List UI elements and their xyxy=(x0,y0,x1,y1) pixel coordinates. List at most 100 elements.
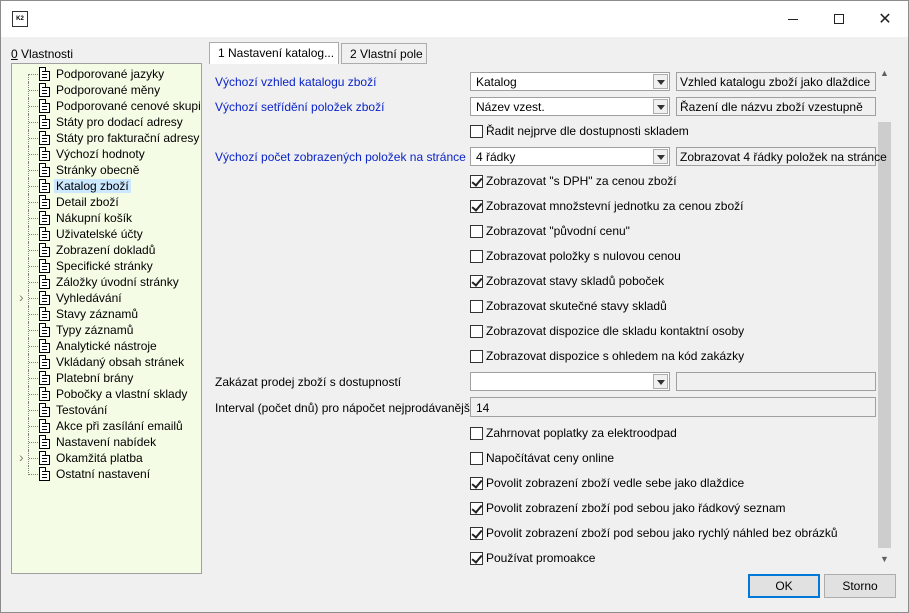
tree-line xyxy=(29,298,38,299)
scroll-thumb[interactable] xyxy=(878,122,891,548)
tree-item-label: Podporované jazyky xyxy=(56,67,165,81)
document-icon xyxy=(39,131,50,145)
tree-item[interactable]: Platební brány xyxy=(12,370,201,386)
tree-item[interactable]: Výchozí hodnoty xyxy=(12,146,201,162)
tree-item-label: Nastavení nabídek xyxy=(56,435,157,449)
tree-line xyxy=(29,234,38,235)
tree-line xyxy=(29,138,38,139)
tree-item-label: Typy záznamů xyxy=(56,323,134,337)
tree-item[interactable]: Typy záznamů xyxy=(12,322,201,338)
checkbox-box[interactable] xyxy=(470,275,483,288)
checkbox-box[interactable] xyxy=(470,502,483,515)
tree-item[interactable]: Státy pro dodací adresy xyxy=(12,114,201,130)
default-count-select[interactable]: 4 řádky xyxy=(470,147,670,166)
tree-item-label: Státy pro fakturační adresy xyxy=(56,131,200,145)
tree-item[interactable]: Pobočky a vlastní sklady xyxy=(12,386,201,402)
minimize-button[interactable] xyxy=(770,1,816,37)
chevron-right-icon[interactable]: › xyxy=(19,289,24,305)
checkbox-box[interactable] xyxy=(470,477,483,490)
chevron-down-icon[interactable] xyxy=(653,74,668,89)
document-icon xyxy=(39,115,50,129)
tree-item[interactable]: Detail zboží xyxy=(12,194,201,210)
properties-tree[interactable]: Podporované jazyky Podporované měny Podpor… xyxy=(11,63,202,574)
checkbox-box[interactable] xyxy=(470,427,483,440)
tree-line xyxy=(29,106,38,107)
tree-item-label: Vkládaný obsah stránek xyxy=(56,355,185,369)
default-count-label: Výchozí počet zobrazených položek na str… xyxy=(215,150,466,164)
tree-item[interactable]: › Vyhledávání xyxy=(12,289,201,306)
vertical-scrollbar[interactable]: ▲ ▼ xyxy=(876,66,893,568)
tree-line xyxy=(29,346,38,347)
document-icon xyxy=(39,147,50,161)
scroll-down-icon[interactable]: ▼ xyxy=(876,552,893,566)
checkbox-label: Zobrazovat skutečné stavy skladů xyxy=(486,299,667,313)
tree-item[interactable]: Státy pro fakturační adresy xyxy=(12,130,201,146)
tree-line xyxy=(29,186,38,187)
document-icon xyxy=(39,467,50,481)
checkbox-box[interactable] xyxy=(470,175,483,188)
checkbox-label: Napočítávat ceny online xyxy=(486,451,615,465)
tree-item[interactable]: Vkládaný obsah stránek xyxy=(12,354,201,370)
default-sort-value: Název vzest. xyxy=(476,100,545,114)
interval-input[interactable]: 14 xyxy=(470,397,876,417)
default-view-select[interactable]: Katalog xyxy=(470,72,670,91)
checkbox-label: Zobrazovat položky s nulovou cenou xyxy=(486,249,681,263)
tree-item[interactable]: Podporované měny xyxy=(12,82,201,98)
checkbox-box[interactable] xyxy=(470,325,483,338)
default-view-description-text: Vzhled katalogu zboží jako dlaždice xyxy=(680,75,871,89)
tree-line xyxy=(29,362,38,363)
tree-item[interactable]: Stavy záznamů xyxy=(12,306,201,322)
tree-item-label: Ostatní nastavení xyxy=(56,467,151,481)
chevron-down-icon[interactable] xyxy=(653,99,668,114)
checkbox-box[interactable] xyxy=(470,125,483,138)
tab-catalog-settings[interactable]: 1 Nastavení katalog... xyxy=(209,42,339,65)
tree-line xyxy=(29,122,38,123)
default-view-description: Vzhled katalogu zboží jako dlaždice xyxy=(676,72,876,91)
checkbox-box[interactable] xyxy=(470,225,483,238)
tree-item[interactable]: Uživatelské účty xyxy=(12,226,201,242)
checkbox-box[interactable] xyxy=(470,350,483,363)
scroll-up-icon[interactable]: ▲ xyxy=(876,66,893,80)
tree-item[interactable]: Ostatní nastavení xyxy=(12,466,201,482)
checkbox-box[interactable] xyxy=(470,200,483,213)
document-icon xyxy=(39,419,50,433)
ok-button[interactable]: OK xyxy=(748,574,820,598)
chevron-down-icon[interactable] xyxy=(653,374,668,389)
document-icon xyxy=(39,275,50,289)
tree-item[interactable]: Testování xyxy=(12,402,201,418)
checkbox-box[interactable] xyxy=(470,452,483,465)
tree-item[interactable]: Specifické stránky xyxy=(12,258,201,274)
checkbox-box[interactable] xyxy=(470,527,483,540)
default-sort-select[interactable]: Název vzest. xyxy=(470,97,670,116)
tree-line xyxy=(29,74,38,75)
cancel-button[interactable]: Storno xyxy=(824,574,896,598)
tab-custom-fields[interactable]: 2 Vlastní pole xyxy=(341,43,427,64)
tree-item[interactable]: Nastavení nabídek xyxy=(12,434,201,450)
chevron-down-icon[interactable] xyxy=(653,149,668,164)
title-bar[interactable]: K2 ✕ xyxy=(1,1,908,37)
tree-item[interactable]: Analytické nástroje xyxy=(12,338,201,354)
document-icon xyxy=(39,451,50,465)
tree-item-label: Nákupní košík xyxy=(56,211,133,225)
tree-item[interactable]: Zobrazení dokladů xyxy=(12,242,201,258)
disable-sale-select[interactable] xyxy=(470,372,670,391)
tree-item[interactable]: Podporované cenové skupiny xyxy=(12,98,201,114)
tree-item-label: Vyhledávání xyxy=(56,291,122,305)
close-button[interactable]: ✕ xyxy=(862,1,908,37)
tree-item[interactable]: Katalog zboží xyxy=(12,178,201,194)
tree-line xyxy=(29,442,38,443)
tree-item[interactable]: Stránky obecně xyxy=(12,162,201,178)
document-icon xyxy=(39,67,50,81)
tree-item[interactable]: Akce při zasílání emailů xyxy=(12,418,201,434)
tree-item[interactable]: Podporované jazyky xyxy=(12,66,201,82)
document-icon xyxy=(39,259,50,273)
tree-item[interactable]: Záložky úvodní stránky xyxy=(12,274,201,290)
checkbox-box[interactable] xyxy=(470,552,483,565)
chevron-right-icon[interactable]: › xyxy=(19,449,24,465)
maximize-button[interactable] xyxy=(816,1,862,37)
checkbox-box[interactable] xyxy=(470,250,483,263)
checkbox-box[interactable] xyxy=(470,300,483,313)
tree-item[interactable]: Nákupní košík xyxy=(12,210,201,226)
tree-item[interactable]: › Okamžitá platba xyxy=(12,449,201,466)
disable-sale-label: Zakázat prodej zboží s dostupností xyxy=(215,375,402,389)
